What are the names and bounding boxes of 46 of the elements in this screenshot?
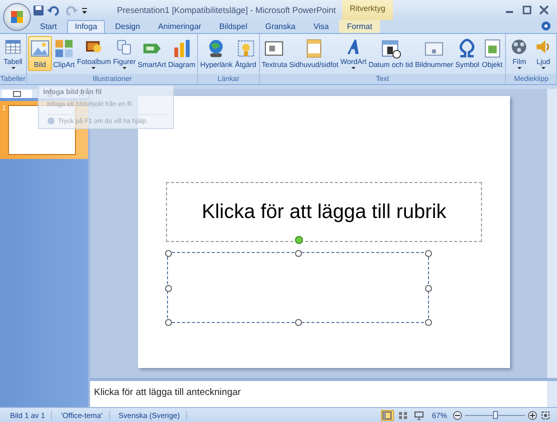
scrollbar[interactable]: [546, 89, 557, 378]
ribbon-tab[interactable]: Animeringar: [150, 20, 210, 33]
notes-field[interactable]: Klicka för att lägga till anteckningar: [90, 381, 547, 407]
ribbon-tab[interactable]: Start: [32, 20, 65, 33]
slideshow-view-button[interactable]: [412, 410, 426, 420]
maximize-icon: [522, 5, 532, 15]
redo-icon: [64, 4, 78, 16]
window-title: Presentation1 [Kompatibilitetsläge] - Microsoft PowerPoint: [117, 5, 336, 15]
slides-icon: [13, 90, 21, 96]
sorter-view-button[interactable]: [396, 410, 410, 420]
zoom-out-icon: [453, 410, 462, 420]
calendar-icon: [380, 38, 402, 59]
picture-icon: [29, 38, 51, 59]
scrollbar[interactable]: [547, 381, 557, 407]
slider-thumb[interactable]: [493, 410, 498, 418]
resize-handle[interactable]: [165, 250, 172, 257]
resize-handle[interactable]: [425, 284, 432, 292]
ribbon-tab[interactable]: Granska: [257, 20, 304, 33]
save-icon: [33, 4, 44, 16]
logo-icon: [10, 10, 24, 24]
normal-view-button[interactable]: [380, 410, 394, 420]
resize-handle[interactable]: [295, 250, 302, 257]
resize-handle[interactable]: [425, 319, 432, 326]
slideshow-view-icon: [414, 410, 424, 420]
resize-handle[interactable]: [295, 319, 302, 326]
ribbon-tab[interactable]: Visa: [305, 20, 337, 33]
resize-handle[interactable]: [165, 319, 172, 326]
slides-tab[interactable]: [2, 90, 32, 98]
close-icon: [539, 5, 549, 15]
normal-view-icon: [382, 410, 392, 420]
zoom-in-icon: [528, 410, 537, 420]
clipart-icon: [53, 38, 75, 59]
ribbon-tab[interactable]: Design: [107, 20, 148, 33]
ribbon-tab[interactable]: Infoga: [66, 20, 106, 33]
sorter-view-icon: [398, 410, 408, 420]
fit-window-icon: [540, 410, 551, 420]
ribbon-tab[interactable]: Bildspel: [211, 20, 256, 33]
ribbon-tab[interactable]: Format: [338, 20, 380, 33]
resize-handle[interactable]: [165, 284, 172, 292]
title-placeholder[interactable]: Klicka för att lägga till rubrik: [166, 182, 482, 242]
help-icon: [47, 117, 55, 125]
help-icon: [541, 21, 551, 31]
resize-handle[interactable]: [425, 250, 432, 257]
rotation-handle[interactable]: [295, 236, 303, 244]
contextual-tab-label: Ritverktyg: [342, 0, 394, 20]
undo-icon: [47, 4, 61, 16]
